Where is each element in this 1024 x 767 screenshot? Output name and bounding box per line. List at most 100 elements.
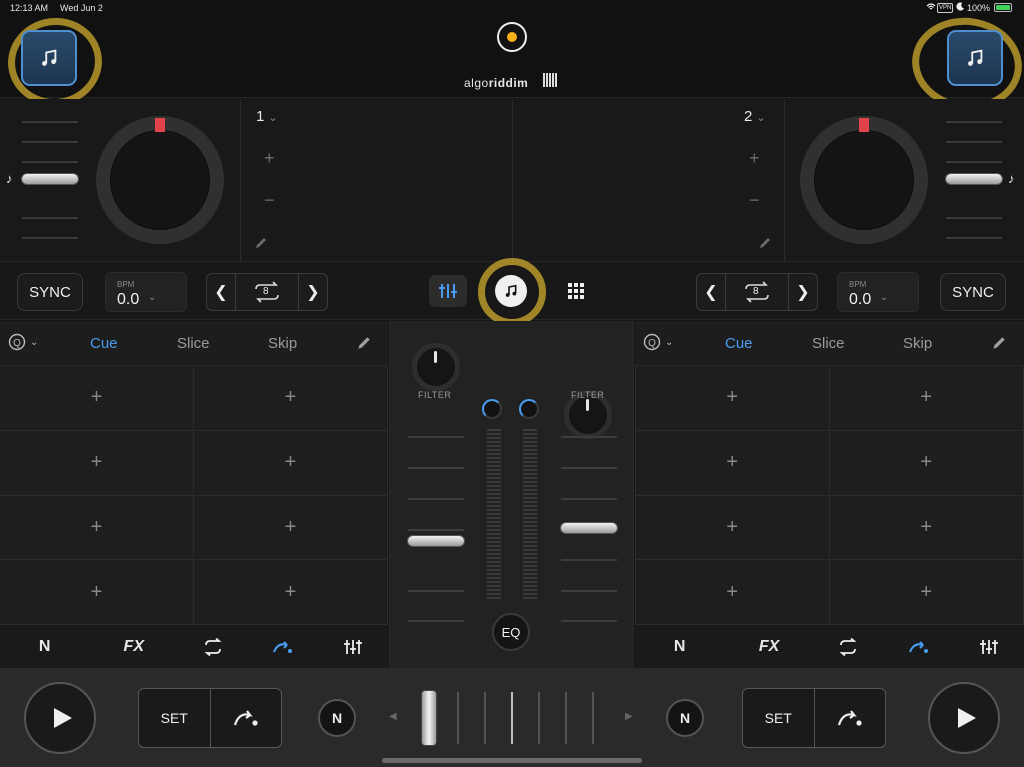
play-icon xyxy=(53,708,72,728)
pad-8[interactable]: + xyxy=(829,560,1024,625)
pads-view-button[interactable] xyxy=(557,275,595,307)
equalizer-icon[interactable] xyxy=(343,638,363,656)
fx-button[interactable]: FX xyxy=(749,638,789,656)
set-button-left[interactable]: SET xyxy=(139,689,211,747)
deck-number-right-text: 2 xyxy=(744,108,753,125)
pad-3[interactable]: + xyxy=(635,430,830,496)
pad-3[interactable]: + xyxy=(0,430,194,496)
pencil-icon[interactable] xyxy=(356,335,372,351)
pad-1[interactable]: + xyxy=(0,366,194,431)
filter-label-right: FILTER xyxy=(571,390,605,400)
play-button-right[interactable] xyxy=(928,682,1000,754)
gain-knob-right[interactable] xyxy=(519,399,539,419)
transport-row: SYNC BPM 0.0 ⌄ ❮ 8 ❯ ❮ 8 ❯ BPM 0.0 ⌄ SYN… xyxy=(0,258,1024,326)
neural-mix-button-right[interactable]: N xyxy=(666,699,704,737)
zoom-in-icon[interactable]: + xyxy=(749,148,760,169)
loop-prev-button[interactable]: ❮ xyxy=(207,274,235,310)
home-indicator[interactable] xyxy=(382,758,642,763)
jump-button-left[interactable] xyxy=(211,689,282,747)
tab-slice-right[interactable]: Slice xyxy=(812,335,845,352)
pencil-icon[interactable] xyxy=(991,335,1007,351)
level-meter-right xyxy=(523,429,537,599)
tab-cue-right[interactable]: Cue xyxy=(725,335,753,352)
pencil-icon[interactable] xyxy=(254,236,268,250)
crossfader-right-arrow-icon[interactable]: ▶ xyxy=(625,711,633,722)
music-note-small-icon: ♪ xyxy=(6,171,13,186)
pad-6[interactable]: + xyxy=(829,495,1024,561)
gain-knob-left[interactable] xyxy=(482,399,502,419)
library-button-right[interactable] xyxy=(947,30,1003,86)
crossfader-left-arrow-icon[interactable]: ◀ xyxy=(389,711,397,722)
pad-4[interactable]: + xyxy=(194,430,388,496)
pad-8[interactable]: + xyxy=(194,560,388,625)
skip-icon[interactable] xyxy=(908,639,930,655)
loop-toggle-button[interactable]: 8 xyxy=(235,274,299,310)
play-button-left[interactable] xyxy=(24,682,96,754)
sync-button-left[interactable]: SYNC xyxy=(17,273,83,311)
pad-2[interactable]: + xyxy=(194,366,388,431)
battery-percent: 100% xyxy=(967,3,991,13)
volume-fader-handle-right[interactable] xyxy=(560,522,618,534)
loop-prev-button[interactable]: ❮ xyxy=(697,274,725,310)
volume-fader-handle-left[interactable] xyxy=(407,535,465,547)
platter-left[interactable] xyxy=(96,116,224,244)
zoom-in-icon[interactable]: + xyxy=(264,148,275,169)
bpm-display-right[interactable]: BPM 0.0 ⌄ xyxy=(837,272,919,312)
status-time: 12:13 AM xyxy=(10,3,49,13)
loop-toggle-button[interactable]: 8 xyxy=(725,274,789,310)
library-view-button[interactable] xyxy=(495,275,527,307)
music-note-icon xyxy=(42,49,57,66)
jump-icon xyxy=(233,710,258,726)
pad-7[interactable]: + xyxy=(635,560,830,625)
chevron-down-icon: ⌄ xyxy=(268,112,278,124)
pad-7[interactable]: + xyxy=(0,560,194,625)
deck-number-right[interactable]: 2 ⌄ xyxy=(744,108,766,125)
moon-icon xyxy=(956,2,965,13)
bpm-label-right: BPM xyxy=(849,280,867,289)
mixer-faders-icon xyxy=(439,284,457,298)
crossfader[interactable] xyxy=(400,690,628,746)
sync-button-right[interactable]: SYNC xyxy=(940,273,1006,311)
loop-next-button[interactable]: ❯ xyxy=(789,274,817,310)
loop-icon[interactable] xyxy=(838,637,858,656)
tab-cue-left[interactable]: Cue xyxy=(90,335,118,352)
eq-button[interactable]: EQ xyxy=(492,613,530,651)
pad-6[interactable]: + xyxy=(194,495,388,561)
crossfader-handle[interactable] xyxy=(421,690,437,746)
neural-mix-button-left[interactable]: N xyxy=(318,699,356,737)
fx-button[interactable]: FX xyxy=(114,638,154,656)
pad-5[interactable]: + xyxy=(635,495,830,561)
pencil-icon[interactable] xyxy=(758,236,772,250)
jump-button-right[interactable] xyxy=(815,689,886,747)
quantize-button[interactable]: Q ⌄ xyxy=(643,333,673,351)
library-button-left[interactable] xyxy=(21,30,77,86)
pad-5[interactable]: + xyxy=(0,495,194,561)
pad-4[interactable]: + xyxy=(829,430,1024,496)
platter-right[interactable] xyxy=(800,116,928,244)
quantize-button[interactable]: Q ⌄ xyxy=(8,333,38,351)
pitch-handle-right[interactable] xyxy=(945,173,1003,185)
bpm-display-left[interactable]: BPM 0.0 ⌄ xyxy=(105,272,187,312)
pad-2[interactable]: + xyxy=(829,366,1024,431)
tab-skip-left[interactable]: Skip xyxy=(268,335,297,352)
zoom-out-icon[interactable]: − xyxy=(264,190,275,211)
loop-icon[interactable] xyxy=(203,637,223,656)
pad-1[interactable]: + xyxy=(635,366,830,431)
tab-skip-right[interactable]: Skip xyxy=(903,335,932,352)
record-button[interactable] xyxy=(497,22,527,52)
neural-mix-icon[interactable]: N xyxy=(25,638,65,656)
pitch-handle-left[interactable] xyxy=(21,173,79,185)
zoom-out-icon[interactable]: − xyxy=(749,190,760,211)
loop-next-button[interactable]: ❯ xyxy=(299,274,327,310)
brand-logo: algoriddim xyxy=(464,76,528,90)
skip-icon[interactable] xyxy=(272,639,294,655)
equalizer-icon[interactable] xyxy=(979,638,999,656)
play-icon xyxy=(957,708,976,728)
deck-number-left[interactable]: 1 ⌄ xyxy=(256,108,278,125)
neural-mix-icon[interactable]: N xyxy=(660,638,700,656)
mixer-view-button[interactable] xyxy=(429,275,467,307)
filter-knob-left[interactable] xyxy=(412,343,460,391)
tab-slice-left[interactable]: Slice xyxy=(177,335,210,352)
set-button-right[interactable]: SET xyxy=(743,689,815,747)
loop-control-right: ❮ 8 ❯ xyxy=(696,273,818,311)
